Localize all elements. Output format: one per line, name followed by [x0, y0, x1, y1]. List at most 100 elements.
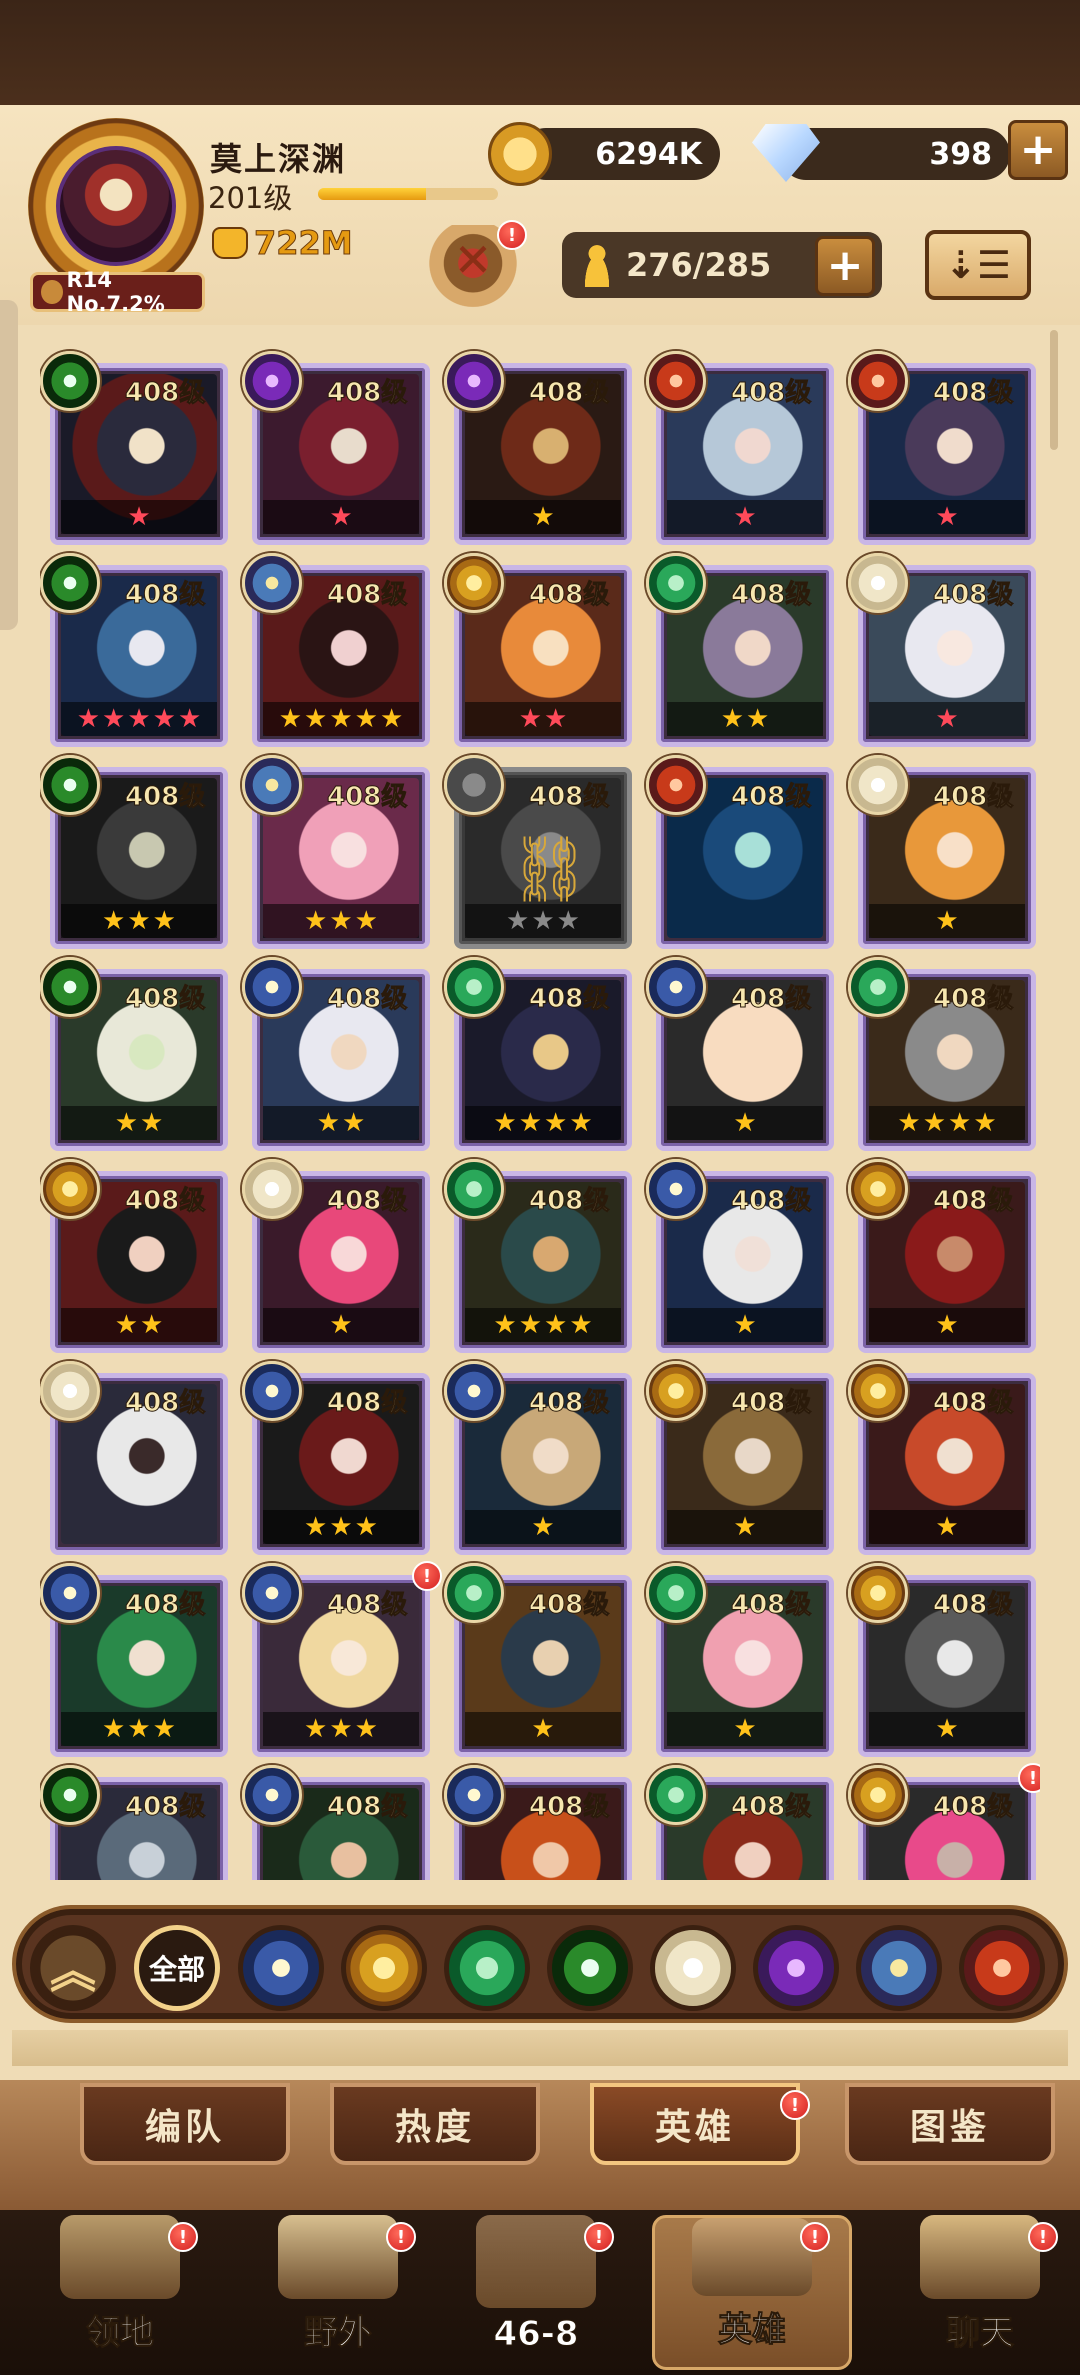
star-icon: ★ [114, 1310, 138, 1340]
hero-star-rating: ★ ★ ★ [263, 904, 419, 938]
hero-star-rating: ★ ★ [263, 1106, 419, 1140]
filter-mauler-button[interactable] [341, 1925, 427, 2011]
filter-all-button[interactable]: 全部 [134, 1925, 220, 2011]
star-icon: ★ [733, 1512, 757, 1542]
lightbearer-faction-icon [242, 1361, 302, 1421]
hero-level: 408级 [124, 1590, 206, 1621]
hero-level: 408级 [124, 1792, 206, 1823]
hero-star-rating: ★ [869, 702, 1025, 736]
sort-icon: ⇣☰ [945, 243, 1011, 287]
draconis-faction-icon [646, 755, 706, 815]
faction-filter-bar: ︽ 全部 [12, 1905, 1068, 2023]
hero-grid: 408级 ★ 408级 ★ 408级 ★ 408级 ★ 408级 ★ 408级 ★ ★ ★ ★ ★ 408级 ★ ★… [40, 335, 1040, 1880]
star-icon: ★ [922, 1108, 946, 1138]
star-icon: ★ [518, 1310, 542, 1340]
hero-level: 408级 [730, 378, 812, 409]
star-icon: ★ [531, 502, 555, 532]
mauler-faction-icon [848, 1563, 908, 1623]
star-icon: ★ [329, 1310, 353, 1340]
rank-badge[interactable]: R14 No.7.2% [30, 268, 205, 316]
hero-star-rating: ★ [869, 1308, 1025, 1342]
notification-badge: ! [168, 2222, 198, 2252]
status-bar-area [0, 0, 1080, 105]
star-icon: ★ [935, 1310, 959, 1340]
star-icon: ★ [569, 1108, 593, 1138]
hero-level: 408级 [932, 580, 1014, 611]
star-icon: ★ [127, 906, 151, 936]
chat-bubble-icon [920, 2215, 1040, 2299]
lightbearer-faction-icon [242, 1563, 302, 1623]
star-icon: ★ [152, 906, 176, 936]
tab-label: 热度 [394, 2107, 475, 2148]
mauler-faction-icon [848, 1361, 908, 1421]
notification-badge: ! [386, 2222, 416, 2252]
hero-star-rating: ★ ★ ★ ★ ★ [263, 702, 419, 736]
hero-star-rating: ★ ★ [667, 702, 823, 736]
hero-level: 408级 [932, 378, 1014, 409]
notification-badge: ! [780, 2090, 810, 2120]
star-icon: ★ [354, 1512, 378, 1542]
star-icon: ★ [316, 1108, 340, 1138]
sort-button[interactable]: ⇣☰ [925, 230, 1031, 300]
mauler-faction-icon [444, 553, 504, 613]
hero-star-rating: ★ [869, 1510, 1025, 1544]
tab-0[interactable]: 编队 [80, 2083, 290, 2165]
tab-1[interactable]: 热度 [330, 2083, 540, 2165]
hero-star-rating: ★ ★ ★ [263, 1510, 419, 1544]
filter-lightbearer-button[interactable] [238, 1925, 324, 2011]
star-icon: ★ [304, 1714, 328, 1744]
hero-star-rating: ★ ★ ★ ★ [465, 1308, 621, 1342]
star-icon: ★ [733, 1310, 757, 1340]
star-icon: ★ [329, 502, 353, 532]
star-icon: ★ [935, 1714, 959, 1744]
scrollbar[interactable] [1050, 330, 1058, 450]
hero-star-rating: ★ ★ ★ ★ [465, 1106, 621, 1140]
filter-celestial-button[interactable] [650, 1925, 736, 2011]
star-icon: ★ [493, 1310, 517, 1340]
hero-capacity-value: 276/285 [626, 246, 772, 284]
nav-label: 野外 [304, 2313, 373, 2354]
castle-icon [60, 2215, 180, 2299]
filter-wilder-button[interactable] [444, 1925, 530, 2011]
mauler-faction-icon [40, 1159, 100, 1219]
side-drawer-handle[interactable] [0, 300, 18, 630]
filter-graveborn-button[interactable] [547, 1925, 633, 2011]
draconis-faction-icon [848, 351, 908, 411]
hero-level: 408级 [528, 782, 610, 813]
star-icon: ★ [140, 1310, 164, 1340]
hero-level: 408级 [528, 1590, 610, 1621]
star-icon: ★ [329, 704, 353, 734]
star-icon: ★ [102, 906, 126, 936]
filter-draconis-button[interactable] [959, 1925, 1045, 2011]
hero-level: 408级 [528, 1186, 610, 1217]
hero-level: 408级 [124, 580, 206, 611]
player-power: 722M [212, 224, 353, 263]
hero-star-rating: ★ [869, 1712, 1025, 1746]
hero-star-rating: ★ ★ [465, 702, 621, 736]
diamond-value: 398 [929, 136, 992, 172]
hero-level: 408级 [326, 984, 408, 1015]
filter-hypogean-button[interactable] [753, 1925, 839, 2011]
hero-level: 408级 [528, 1388, 610, 1419]
star-icon: ★ [531, 906, 555, 936]
star-icon: ★ [733, 1108, 757, 1138]
tab-2[interactable]: 英雄 [590, 2083, 800, 2165]
tab-3[interactable]: 图鉴 [845, 2083, 1055, 2165]
collapse-filter-button[interactable]: ︽ [30, 1925, 116, 2011]
notification-badge: ! [497, 220, 527, 250]
wilder-faction-icon [444, 1159, 504, 1219]
wilder-faction-icon [646, 1765, 706, 1825]
hero-level: 408级 [932, 1792, 1014, 1823]
hero-level: 408级 [932, 984, 1014, 1015]
add-diamonds-button[interactable]: + [1008, 120, 1068, 180]
locked-faction-icon [444, 755, 504, 815]
filter-dimensional-button[interactable] [856, 1925, 942, 2011]
hero-star-rating: ★ ★ ★ [263, 1712, 419, 1746]
hero-level: 408级 [932, 1186, 1014, 1217]
wilder-faction-icon [444, 957, 504, 1017]
hero-star-rating: ★ [465, 1510, 621, 1544]
star-icon: ★ [544, 1310, 568, 1340]
hero-star-rating: ★ [465, 1712, 621, 1746]
expand-capacity-button[interactable]: + [815, 236, 875, 296]
wilder-faction-icon [848, 957, 908, 1017]
